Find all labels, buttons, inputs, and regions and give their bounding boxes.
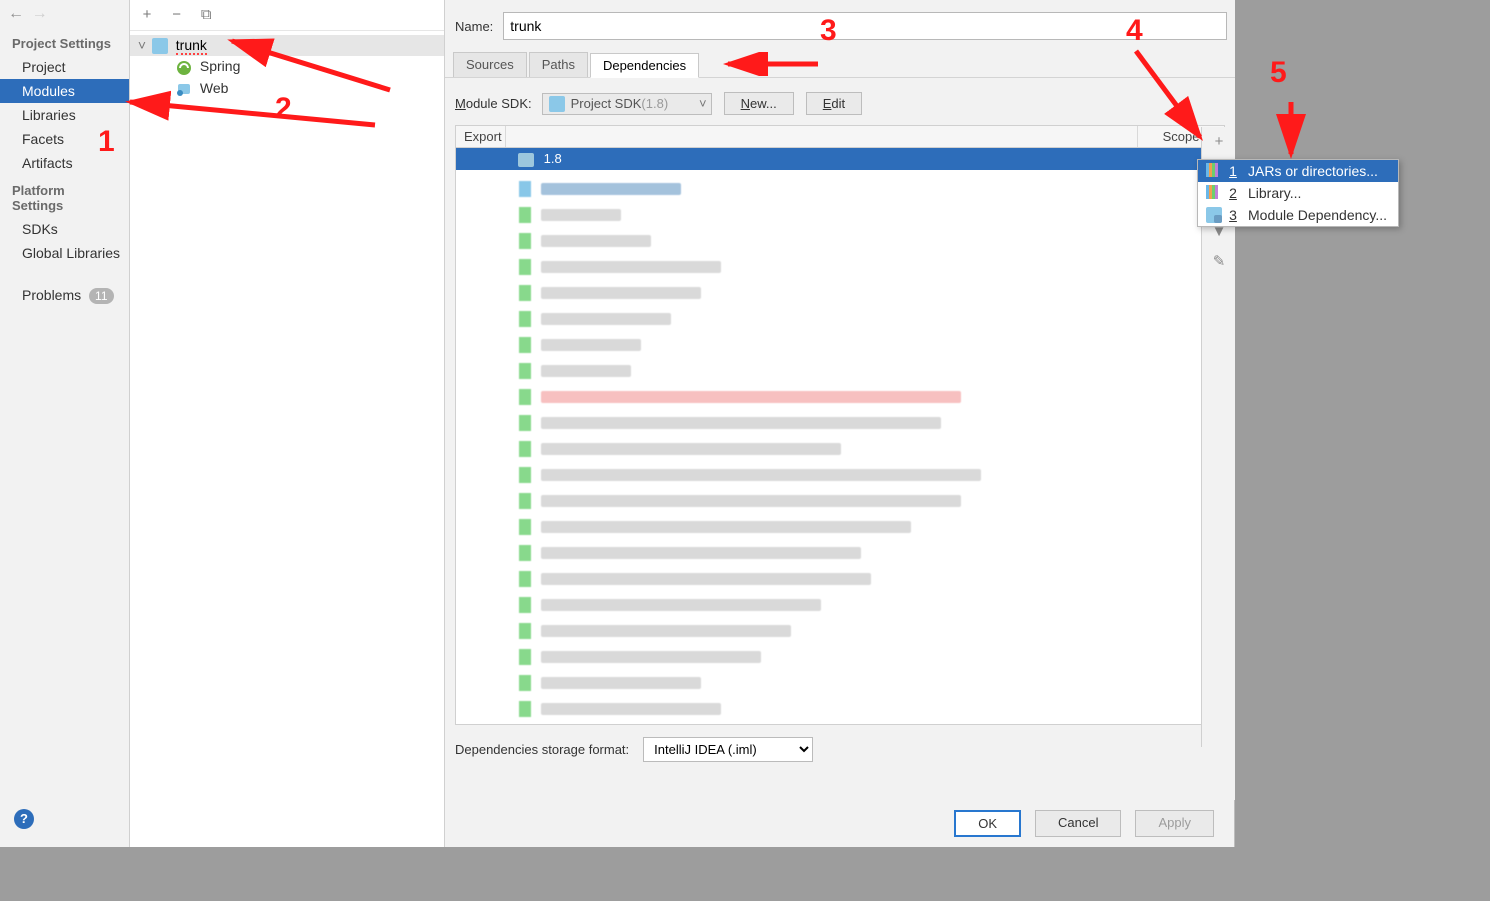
web-icon: [176, 81, 192, 97]
tree-label-trunk: trunk: [176, 37, 207, 55]
nav-item-problems[interactable]: Problems 11: [0, 283, 129, 308]
ok-button[interactable]: OK: [954, 810, 1021, 837]
add-module-icon[interactable]: +: [136, 4, 158, 26]
project-structure-dialog: ← → Project Settings Project Modules Lib…: [0, 0, 1235, 847]
nav-header-project: Project Settings: [0, 28, 129, 55]
module-dep-icon: [1206, 207, 1222, 223]
popup-item-jars[interactable]: 1 JARs or directories...: [1198, 160, 1398, 182]
tree-label-web: Web: [200, 80, 229, 96]
module-panel: + − ⧉ ˅ trunk Spring: [130, 0, 445, 847]
annotation-1: 1: [98, 125, 115, 159]
tree-node-trunk[interactable]: ˅ trunk: [130, 35, 444, 56]
new-sdk-button[interactable]: New...: [724, 92, 794, 115]
popup-key-2: 2: [1226, 185, 1240, 201]
module-sdk-label: Module SDK:: [455, 96, 532, 111]
apply-button[interactable]: Apply: [1135, 810, 1214, 837]
sdk-version: (1.8): [641, 96, 668, 111]
module-sdk-dropdown[interactable]: Project SDK (1.8) ˅: [542, 93, 712, 115]
jar-icon: [1206, 163, 1222, 179]
add-dependency-popup: 1 JARs or directories... 2 Library... 3 …: [1197, 159, 1399, 227]
remove-module-icon[interactable]: −: [166, 4, 188, 26]
nav-item-libraries[interactable]: Libraries: [0, 103, 129, 127]
nav-header-platform: Platform Settings: [0, 175, 129, 217]
folder-icon: [152, 38, 168, 54]
nav-item-modules[interactable]: Modules: [0, 79, 129, 103]
nav-item-problems-label: Problems: [22, 287, 81, 303]
annotation-5: 5: [1270, 56, 1287, 90]
detail-panel: Name: Sources Paths Dependencies Module …: [445, 0, 1235, 800]
module-tabs: Sources Paths Dependencies: [445, 52, 1235, 78]
edit-sdk-button[interactable]: Edit: [806, 92, 862, 115]
edit-dependency-icon[interactable]: ✎: [1202, 247, 1236, 277]
nav-item-project[interactable]: Project: [0, 55, 129, 79]
folder-icon: [518, 153, 534, 167]
annotation-3: 3: [820, 14, 837, 48]
cancel-button[interactable]: Cancel: [1035, 810, 1121, 837]
spring-icon: [176, 60, 192, 76]
dep-row-selected[interactable]: 1.8: [456, 148, 1224, 170]
blurred-dependencies-list: [457, 176, 1223, 723]
copy-module-icon[interactable]: ⧉: [195, 4, 217, 26]
nav-back-icon[interactable]: ←: [6, 4, 26, 24]
tab-dependencies[interactable]: Dependencies: [590, 53, 699, 78]
library-icon: [1206, 185, 1222, 201]
popup-key-1: 1: [1226, 163, 1240, 179]
add-dependency-icon[interactable]: +: [1202, 127, 1236, 157]
storage-format-label: Dependencies storage format:: [455, 742, 629, 757]
tab-paths[interactable]: Paths: [529, 52, 588, 77]
column-export[interactable]: Export: [456, 126, 506, 147]
nav-item-global-libraries[interactable]: Global Libraries: [0, 241, 129, 265]
sdk-name: Project SDK: [571, 96, 642, 111]
tab-sources[interactable]: Sources: [453, 52, 527, 77]
popup-key-3: 3: [1226, 207, 1240, 223]
expand-collapse-icon[interactable]: ˅: [136, 37, 148, 53]
annotation-4: 4: [1126, 14, 1143, 48]
column-name[interactable]: [506, 126, 1138, 147]
popup-label-module-dep: Module Dependency...: [1248, 207, 1387, 223]
popup-label-library: Library...: [1248, 185, 1301, 201]
help-icon[interactable]: ?: [14, 809, 34, 829]
popup-item-module-dep[interactable]: 3 Module Dependency...: [1198, 204, 1398, 226]
tree-label-spring: Spring: [200, 58, 240, 74]
folder-icon: [549, 96, 565, 112]
module-name-input[interactable]: [503, 12, 1227, 40]
dep-row-label: 1.8: [544, 151, 562, 166]
popup-item-library[interactable]: 2 Library...: [1198, 182, 1398, 204]
nav-item-sdks[interactable]: SDKs: [0, 217, 129, 241]
name-label: Name:: [455, 19, 493, 34]
chevron-down-icon: ˅: [699, 96, 707, 111]
popup-label-jars: JARs or directories...: [1248, 163, 1378, 179]
problems-count-badge: 11: [89, 288, 113, 304]
nav-forward-icon[interactable]: →: [30, 4, 50, 24]
dependencies-table: Export Scope 1.8: [455, 125, 1225, 725]
storage-format-dropdown[interactable]: IntelliJ IDEA (.iml): [643, 737, 813, 762]
annotation-arrow-5: [1275, 98, 1315, 168]
annotation-2: 2: [275, 92, 292, 126]
tree-node-spring[interactable]: Spring: [130, 56, 444, 77]
